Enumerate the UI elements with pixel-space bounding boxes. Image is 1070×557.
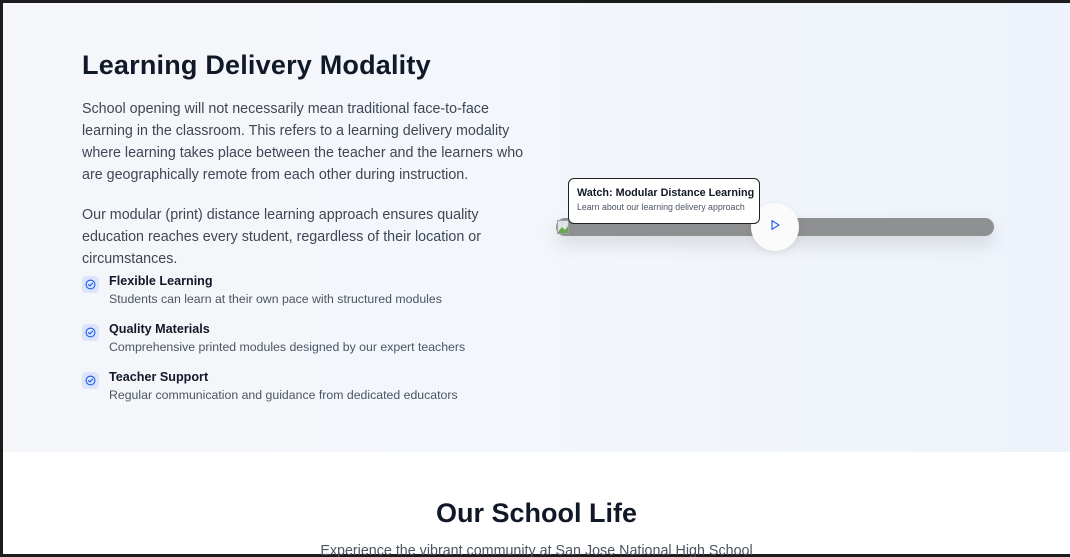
- check-circle-icon: [82, 276, 99, 293]
- tooltip-subtitle: Learn about our learning delivery approa…: [577, 202, 745, 212]
- check-circle-icon: [82, 372, 99, 389]
- video-tooltip: Watch: Modular Distance Learning Learn a…: [568, 178, 760, 224]
- feature-title: Teacher Support: [109, 370, 209, 384]
- feature-title: Flexible Learning: [109, 274, 213, 288]
- play-icon: [769, 218, 781, 236]
- feature-description: Comprehensive printed modules designed b…: [109, 340, 466, 354]
- check-circle-icon: [82, 324, 99, 341]
- approach-paragraph: Our modular (print) distance learning ap…: [82, 207, 481, 267]
- school-life-heading: Our School Life: [435, 498, 637, 528]
- feature-description: Students can learn at their own pace wit…: [109, 292, 442, 306]
- intro-paragraph: School opening will not necessarily mean…: [82, 101, 524, 183]
- feature-description: Regular communication and guidance from …: [109, 388, 458, 402]
- learning-modality-section: Learning Delivery Modality School openin…: [3, 3, 1070, 452]
- section-heading: Learning Delivery Modality: [82, 50, 431, 80]
- tooltip-title: Watch: Modular Distance Learning: [577, 187, 755, 199]
- feature-title: Quality Materials: [109, 322, 210, 336]
- school-life-subtitle: Experience the vibrant community at San …: [320, 543, 753, 557]
- broken-image-icon: [557, 220, 569, 234]
